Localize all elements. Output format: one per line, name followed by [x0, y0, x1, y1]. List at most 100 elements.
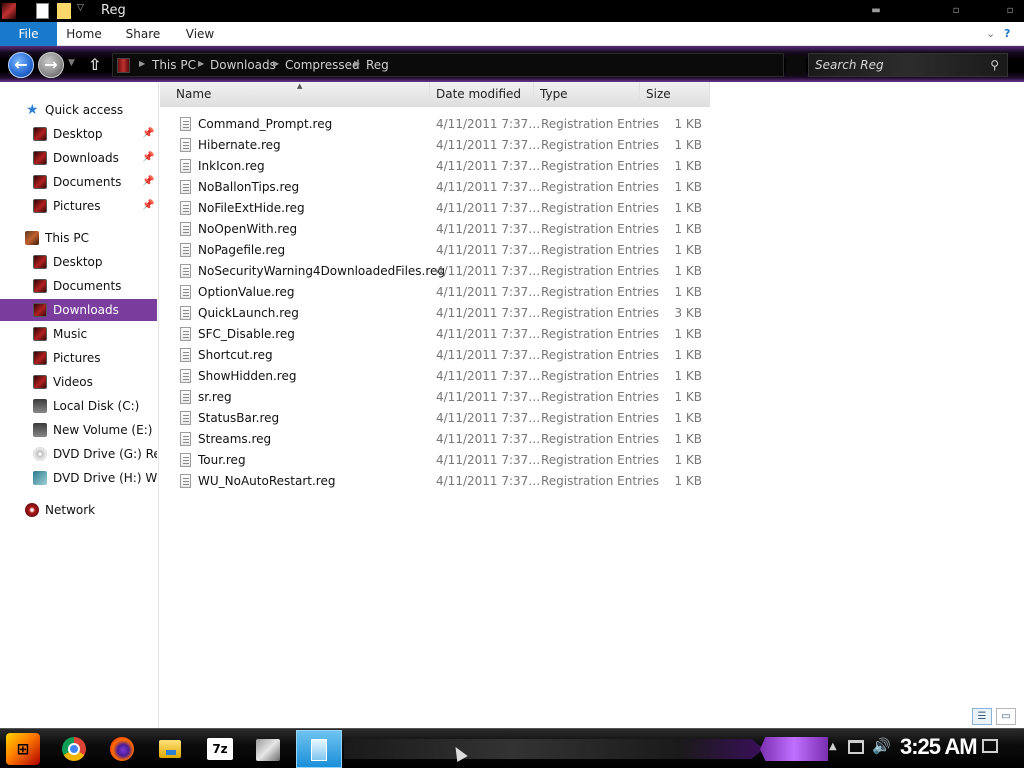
sidebar-item-pc-downloads[interactable]: Downloads	[0, 299, 157, 321]
pin-icon[interactable]: 📌	[142, 123, 154, 145]
file-row[interactable]: QuickLaunch.reg 4/11/2011 7:37… Registrati…	[176, 303, 716, 324]
taskbar-7zip[interactable]: 7z	[200, 733, 240, 765]
file-row[interactable]: WU_NoAutoRestart.reg 4/11/2011 7:37… Regis…	[176, 471, 716, 492]
taskbar-active-window[interactable]	[296, 730, 342, 768]
file-row[interactable]: Tour.reg 4/11/2011 7:37… Registration Entr…	[176, 450, 716, 471]
computer-icon	[25, 231, 39, 245]
new-folder-icon[interactable]	[57, 3, 71, 19]
address-bar[interactable]: ▶ This PC ▶ Downloads ▶ Compressed ▶ Reg	[112, 53, 784, 77]
breadcrumb-compressed[interactable]: Compressed	[285, 58, 360, 72]
notification-icon[interactable]	[982, 739, 998, 753]
file-size: 1 KB	[674, 327, 702, 341]
column-name[interactable]: Name	[160, 82, 430, 107]
taskbar-firefox[interactable]	[102, 733, 142, 765]
sidebar-item-dvd-drive-h[interactable]: DVD Drive (H:) Win	[0, 467, 157, 489]
breadcrumb-this-pc[interactable]: This PC	[152, 58, 196, 72]
sidebar-item-local-disk-c[interactable]: Local Disk (C:)	[0, 395, 157, 417]
registry-file-icon	[180, 369, 191, 383]
minimize-button[interactable]: ▬	[866, 4, 886, 18]
dvd-icon	[33, 471, 47, 485]
sidebar-item-network[interactable]: Network	[0, 499, 157, 521]
search-box[interactable]: ⚲	[808, 53, 1008, 77]
column-size[interactable]: Size	[640, 82, 710, 107]
file-row[interactable]: ShowHidden.reg 4/11/2011 7:37… Registratio…	[176, 366, 716, 387]
tab-home[interactable]: Home	[64, 22, 104, 46]
close-button[interactable]: ▫	[1000, 4, 1020, 18]
network-tray-icon[interactable]	[848, 740, 864, 754]
recent-locations-icon[interactable]: ▼	[68, 58, 75, 68]
file-row[interactable]: Shortcut.reg 4/11/2011 7:37… Registration …	[176, 345, 716, 366]
file-row[interactable]: Command_Prompt.reg 4/11/2011 7:37… Registr…	[176, 114, 716, 135]
start-button[interactable]: ⊞	[6, 733, 40, 765]
file-row[interactable]: Streams.reg 4/11/2011 7:37… Registration E…	[176, 429, 716, 450]
file-row[interactable]: sr.reg 4/11/2011 7:37… Registration Entrie…	[176, 387, 716, 408]
sidebar-item-pictures[interactable]: Pictures 📌	[0, 195, 157, 217]
file-row[interactable]: NoPagefile.reg 4/11/2011 7:37… Registratio…	[176, 240, 716, 261]
tab-share[interactable]: Share	[122, 22, 164, 46]
breadcrumb-downloads[interactable]: Downloads	[210, 58, 276, 72]
taskbar-registry-editor[interactable]	[248, 733, 288, 765]
forward-arrow-icon: →	[44, 55, 58, 74]
large-icons-view-icon[interactable]: ▭	[996, 708, 1016, 725]
taskbar-chrome[interactable]	[54, 733, 94, 765]
refresh-button[interactable]	[786, 55, 806, 75]
pin-icon[interactable]: 📌	[142, 171, 154, 193]
file-row[interactable]: NoSecurityWarning4DownloadedFiles.reg 4/1…	[176, 261, 716, 282]
chevron-down-icon[interactable]: ⌄	[986, 27, 995, 40]
sidebar-item-downloads[interactable]: Downloads 📌	[0, 147, 157, 169]
search-icon[interactable]: ⚲	[990, 58, 999, 72]
up-button[interactable]: ⇧	[88, 55, 101, 74]
maximize-button[interactable]: ▫	[946, 4, 966, 18]
sidebar-item-quick-access[interactable]: ★ Quick access	[0, 99, 157, 121]
file-row[interactable]: NoOpenWith.reg 4/11/2011 7:37… Registratio…	[176, 219, 716, 240]
sidebar-item-label: Documents	[53, 279, 122, 293]
breadcrumb-separator[interactable]: ▶	[273, 59, 279, 68]
column-type[interactable]: Type	[534, 82, 640, 107]
breadcrumb-reg[interactable]: Reg	[366, 58, 389, 72]
search-input[interactable]	[809, 54, 985, 76]
file-row[interactable]: StatusBar.reg 4/11/2011 7:37… Registration…	[176, 408, 716, 429]
file-row[interactable]: NoFileExtHide.reg 4/11/2011 7:37… Registra…	[176, 198, 716, 219]
sidebar-item-pc-desktop[interactable]: Desktop	[0, 251, 157, 273]
sidebar-item-music[interactable]: Music	[0, 323, 157, 345]
tab-file[interactable]: File	[0, 22, 57, 46]
file-row[interactable]: OptionValue.reg 4/11/2011 7:37… Registrati…	[176, 282, 716, 303]
dvd-icon	[33, 447, 47, 461]
file-size: 1 KB	[674, 117, 702, 131]
sidebar-item-pc-pictures[interactable]: Pictures	[0, 347, 157, 369]
volume-icon[interactable]: 🔊	[872, 737, 891, 755]
sidebar-item-new-volume-e[interactable]: New Volume (E:)	[0, 419, 157, 441]
file-row[interactable]: SFC_Disable.reg 4/11/2011 7:37… Registrati…	[176, 324, 716, 345]
breadcrumb-separator[interactable]: ▶	[198, 59, 204, 68]
app-icon[interactable]	[2, 3, 16, 19]
clock[interactable]: 3:25 AM	[900, 734, 978, 760]
sidebar-item-dvd-drive-g[interactable]: DVD Drive (G:) Revi	[0, 443, 157, 465]
sidebar-item-this-pc[interactable]: This PC	[0, 227, 157, 249]
back-button[interactable]: ←	[8, 52, 34, 78]
help-icon[interactable]: ?	[1004, 27, 1010, 40]
sidebar-item-documents[interactable]: Documents 📌	[0, 171, 157, 193]
chevron-up-icon[interactable]: ▲	[829, 741, 837, 752]
details-view-icon[interactable]: ☰	[972, 708, 992, 725]
file-name: NoPagefile.reg	[198, 243, 286, 257]
forward-button[interactable]: →	[38, 52, 64, 78]
customize-quick-access-icon[interactable]: ▽	[77, 3, 87, 19]
sidebar-item-pc-documents[interactable]: Documents	[0, 275, 157, 297]
sidebar-item-videos[interactable]: Videos	[0, 371, 157, 393]
file-row[interactable]: NoBallonTips.reg 4/11/2011 7:37… Registrat…	[176, 177, 716, 198]
pin-icon[interactable]: 📌	[142, 147, 154, 169]
tab-view[interactable]: View	[182, 22, 218, 46]
file-size: 1 KB	[674, 159, 702, 173]
file-row[interactable]: Hibernate.reg 4/11/2011 7:37… Registration…	[176, 135, 716, 156]
pictures-icon	[33, 351, 47, 365]
sidebar-item-desktop[interactable]: Desktop 📌	[0, 123, 157, 145]
taskbar-file-explorer[interactable]	[150, 733, 190, 765]
file-name: ShowHidden.reg	[198, 369, 297, 383]
column-date-modified[interactable]: Date modified	[430, 82, 534, 107]
file-row[interactable]: InkIcon.reg 4/11/2011 7:37… Registration E…	[176, 156, 716, 177]
pin-icon[interactable]: 📌	[142, 195, 154, 217]
videos-icon	[33, 375, 47, 389]
breadcrumb-separator[interactable]: ▶	[354, 59, 360, 68]
breadcrumb-separator[interactable]: ▶	[139, 59, 145, 68]
properties-icon[interactable]	[36, 3, 49, 19]
